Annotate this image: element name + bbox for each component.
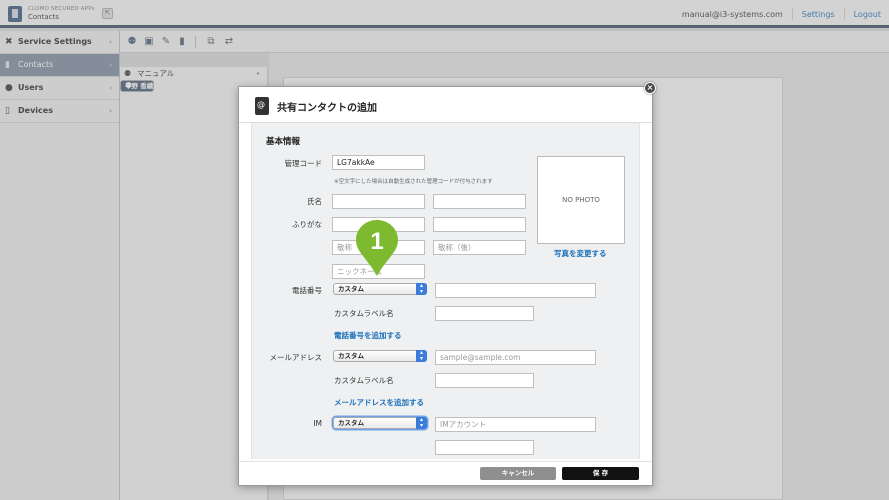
email-custom-label-input[interactable] [435,373,534,388]
phone-type-select[interactable]: カスタム ▴ ▾ [333,283,427,295]
add-email-link[interactable]: メールアドレスを追加する [334,397,424,408]
phone-input[interactable] [435,283,596,298]
code-note: ※空文字にした場合は自動生成された管理コードが付与されます [334,179,493,185]
phone-type-value: カスタム [338,285,364,293]
code-input[interactable]: LG7akkAe [332,155,425,170]
email-input[interactable]: sample@sample.com [435,350,596,365]
photo-placeholder: NO PHOTO [537,156,625,244]
custom-label-label: カスタムラベル名 [334,309,394,318]
select-arrow-icon: ▴ ▾ [416,350,427,362]
email-label: メールアドレス [269,353,323,362]
name-label: 氏名 [307,197,322,206]
custom-label-label: カスタムラベル名 [334,376,394,385]
cancel-button[interactable]: キャンセル [480,467,556,480]
dialog-title: 共有コンタクトの追加 [277,103,377,114]
close-icon[interactable]: × [644,82,656,94]
step-callout-marker: 1 [356,220,398,276]
change-photo-link[interactable]: 写真を変更する [554,248,607,259]
step-number: 1 [370,228,383,255]
email-type-select[interactable]: カスタム ▴ ▾ [333,350,427,362]
im-label: IM [313,419,322,428]
section-title: 基本情報 [266,137,301,147]
select-arrow-icon: ▴ ▾ [416,417,427,429]
save-button[interactable]: 保 存 [562,467,639,480]
im-custom-label-input[interactable] [435,440,534,455]
im-input[interactable]: IMアカウント [435,417,596,432]
add-phone-link[interactable]: 電話番号を追加する [334,330,402,341]
honorific-last-input[interactable]: 敬称（後） [433,240,526,255]
last-name-input[interactable] [332,194,425,209]
code-label: 管理コード [284,159,323,168]
first-kana-input[interactable] [433,217,526,232]
phone-custom-label-input[interactable] [435,306,534,321]
kana-label: ふりがな [292,220,322,229]
select-arrow-icon: ▴ ▾ [416,283,427,295]
form-panel: 基本情報 管理コード LG7akkAe ※空文字にした場合は自動生成された管理コ… [251,123,640,459]
address-book-icon [255,97,269,115]
email-type-value: カスタム [338,352,364,360]
divider [239,461,652,462]
phone-label: 電話番号 [292,286,322,295]
first-name-input[interactable] [433,194,526,209]
im-type-select[interactable]: カスタム ▴ ▾ [333,417,427,429]
im-type-value: カスタム [338,419,364,427]
add-contact-dialog: 共有コンタクトの追加 基本情報 管理コード LG7akkAe ※空文字にした場合… [238,86,653,486]
